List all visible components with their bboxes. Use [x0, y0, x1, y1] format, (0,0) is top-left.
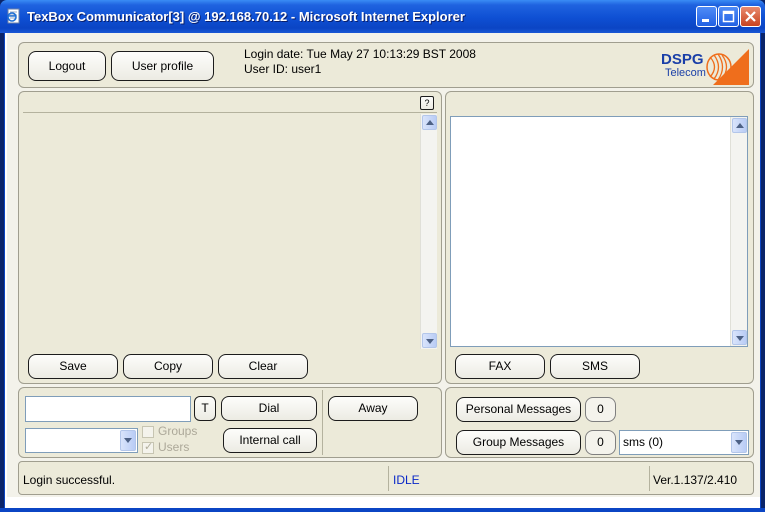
chevron-down-icon — [426, 339, 434, 344]
users-checkbox[interactable]: ✓ — [142, 441, 154, 454]
scroll-up-arrow[interactable] — [422, 115, 437, 130]
sms-button[interactable]: SMS — [550, 354, 640, 379]
conversation-scrollbar[interactable] — [420, 114, 437, 349]
copy-button[interactable]: Copy — [123, 354, 213, 379]
groups-checkbox[interactable] — [142, 426, 154, 438]
fax-button[interactable]: FAX — [455, 354, 545, 379]
group-messages-button[interactable]: Group Messages — [456, 430, 581, 455]
scroll-up-arrow[interactable] — [732, 118, 747, 133]
app-area: Logout User profile Login date: Tue May … — [7, 33, 760, 497]
status-bar: Login successful. IDLE Ver.1.137/2.410 — [18, 461, 754, 495]
conversation-view[interactable] — [23, 114, 437, 349]
clear-button[interactable]: Clear — [218, 354, 308, 379]
logo-line1: DSPG — [661, 51, 704, 68]
dial-divider — [322, 390, 323, 455]
t-button[interactable]: T — [194, 396, 216, 421]
status-separator — [388, 466, 389, 491]
status-state: IDLE — [393, 473, 420, 487]
scroll-down-arrow[interactable] — [732, 330, 747, 345]
version-text: Ver.1.137/2.410 — [653, 473, 738, 487]
window-title: TexBox Communicator[3] @ 192.168.70.12 -… — [27, 9, 465, 24]
save-button[interactable]: Save — [28, 354, 118, 379]
message-textarea[interactable] — [450, 116, 748, 347]
scroll-down-arrow[interactable] — [422, 333, 437, 348]
group-messages-count: 0 — [585, 430, 616, 455]
browser-content: Logout User profile Login date: Tue May … — [4, 33, 761, 512]
chevron-up-icon — [736, 123, 744, 128]
away-button[interactable]: Away — [328, 396, 418, 421]
logout-button[interactable]: Logout — [28, 51, 106, 81]
groups-label: Groups — [158, 424, 198, 438]
personal-messages-count: 0 — [585, 397, 616, 422]
message-scrollbar[interactable] — [730, 117, 747, 346]
chevron-down-icon — [736, 336, 744, 341]
dspg-logo: DSPG Telecom — [655, 47, 749, 85]
window-bottom-border — [0, 508, 765, 512]
checkmark-icon: ✓ — [144, 441, 154, 453]
close-icon — [745, 11, 756, 22]
login-date-text: Login date: Tue May 27 10:13:29 BST 2008 — [244, 47, 476, 61]
chevron-up-icon — [426, 120, 434, 125]
chevron-down-icon — [735, 440, 743, 445]
users-label: Users — [158, 440, 190, 454]
header-panel: Logout User profile Login date: Tue May … — [18, 42, 754, 88]
number-input[interactable] — [25, 396, 191, 422]
message-panel: FAX SMS — [445, 91, 754, 384]
ie-page-icon — [7, 8, 20, 24]
status-separator — [649, 466, 650, 491]
user-profile-button[interactable]: User profile — [111, 51, 214, 81]
chevron-down-icon — [124, 438, 132, 443]
internal-call-button[interactable]: Internal call — [223, 428, 317, 453]
maximize-button[interactable] — [718, 6, 739, 27]
maximize-icon — [722, 10, 735, 23]
minimize-icon — [702, 19, 709, 22]
dial-button[interactable]: Dial — [221, 396, 317, 421]
sms-select-value: sms (0) — [623, 435, 663, 449]
title-bar[interactable]: TexBox Communicator[3] @ 192.168.70.12 -… — [0, 0, 765, 33]
personal-messages-button[interactable]: Personal Messages — [456, 397, 581, 422]
panel-divider — [23, 112, 437, 113]
browser-window: TexBox Communicator[3] @ 192.168.70.12 -… — [0, 0, 765, 512]
messages-panel: Personal Messages 0 Group Messages 0 sms… — [445, 387, 754, 458]
dropdown-button[interactable] — [120, 430, 136, 451]
logo-line2: Telecom — [665, 67, 706, 79]
close-button[interactable] — [740, 6, 761, 27]
dropdown-button[interactable] — [731, 432, 747, 453]
user-id-text: User ID: user1 — [244, 62, 322, 76]
status-message: Login successful. — [23, 473, 116, 487]
dial-panel: T Dial Groups ✓ Users Internal call Away — [18, 387, 442, 458]
help-button[interactable]: ? — [420, 96, 434, 110]
sms-select[interactable]: sms (0) — [619, 430, 749, 455]
minimize-button[interactable] — [696, 6, 717, 27]
conversation-panel: ? Save Copy Clear — [18, 91, 442, 384]
contact-select[interactable] — [25, 428, 138, 453]
